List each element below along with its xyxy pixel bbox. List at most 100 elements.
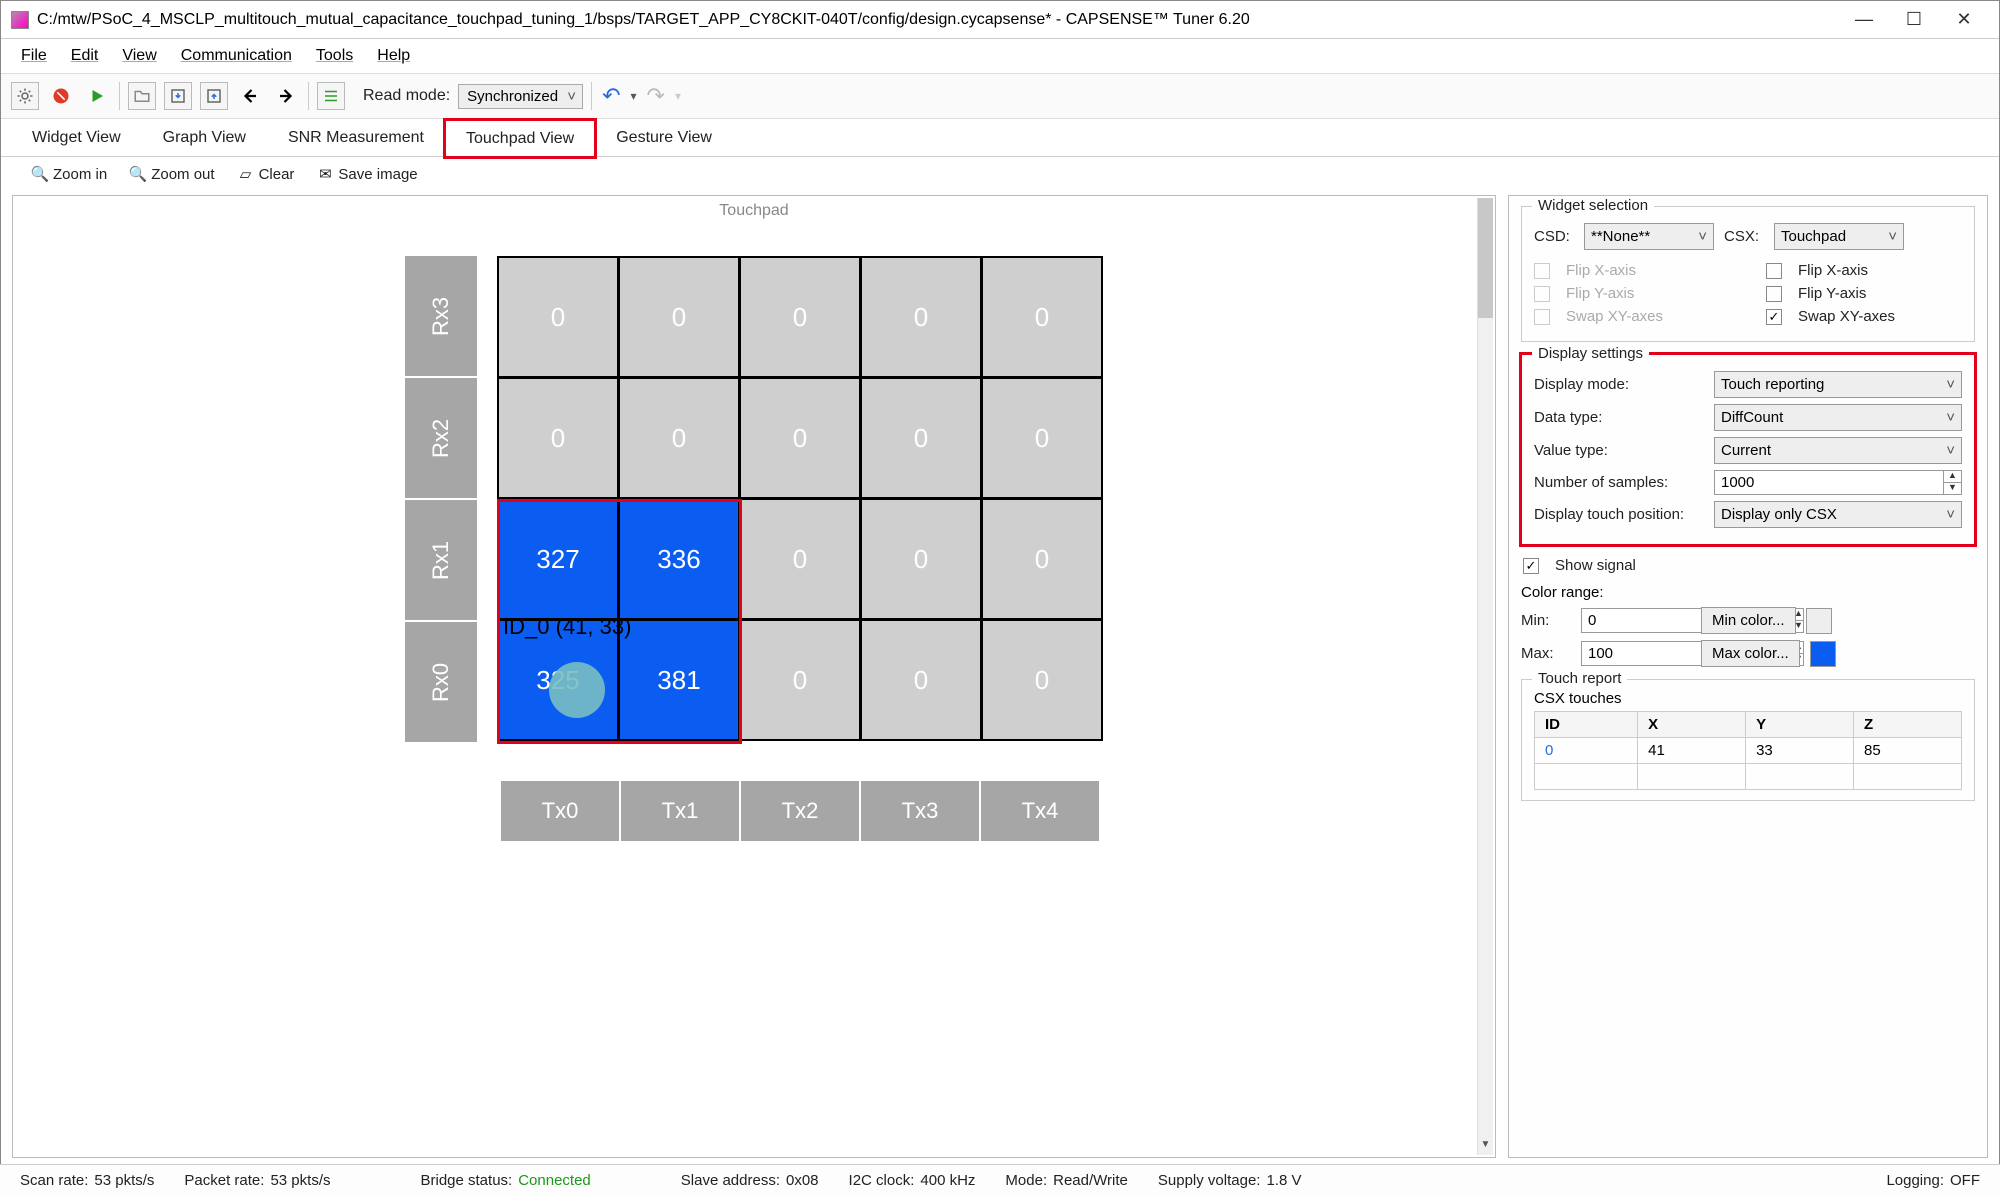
tx-label-4: Tx4 bbox=[981, 781, 1099, 841]
tab-graph-view[interactable]: Graph View bbox=[142, 119, 267, 156]
display-settings-group: Display settings Display mode:Touch repo… bbox=[1521, 354, 1975, 545]
zoom-out-button[interactable]: 🔍Zoom out bbox=[129, 165, 214, 183]
app-icon bbox=[11, 11, 29, 29]
export-arrow-icon[interactable] bbox=[272, 82, 300, 110]
display-mode-select[interactable]: Touch reporting bbox=[1714, 371, 1962, 398]
undo-icon[interactable]: ↶ bbox=[600, 83, 622, 109]
save-image-button[interactable]: ✉Save image bbox=[316, 165, 417, 183]
touchpos-select[interactable]: Display only CSX bbox=[1714, 501, 1962, 528]
scan-rate-label: Scan rate: bbox=[20, 1172, 88, 1189]
cell: 0 bbox=[499, 258, 617, 376]
zoom-in-icon: 🔍 bbox=[31, 165, 49, 183]
slave-address-label: Slave address: bbox=[681, 1172, 780, 1189]
touch-dot bbox=[549, 662, 605, 718]
show-signal-checkbox[interactable] bbox=[1523, 558, 1539, 574]
maximize-button[interactable]: ☐ bbox=[1889, 9, 1939, 30]
menu-communication[interactable]: Communication bbox=[171, 43, 302, 69]
view-tabs: Widget View Graph View SNR Measurement T… bbox=[1, 119, 1999, 157]
tab-snr-measurement[interactable]: SNR Measurement bbox=[267, 119, 445, 156]
list-icon[interactable] bbox=[317, 82, 345, 110]
zoom-in-button[interactable]: 🔍Zoom in bbox=[31, 165, 107, 183]
main-toolbar: Read mode: Synchronized ↶▾ ↷▾ bbox=[1, 73, 1999, 119]
redo-icon[interactable]: ↷ bbox=[645, 83, 667, 109]
download-icon[interactable] bbox=[164, 82, 192, 110]
touchpos-label: Display touch position: bbox=[1534, 506, 1704, 523]
open-icon[interactable] bbox=[128, 82, 156, 110]
scan-rate-value: 53 pkts/s bbox=[94, 1172, 154, 1189]
min-color-button[interactable]: Min color... bbox=[1701, 607, 1796, 634]
tab-widget-view[interactable]: Widget View bbox=[11, 119, 142, 156]
touch-report-group: Touch report CSX touches ID X Y Z 0 41 3… bbox=[1521, 679, 1975, 801]
cell: 0 bbox=[983, 258, 1101, 376]
cell: 0 bbox=[499, 379, 617, 497]
save-icon: ✉ bbox=[316, 165, 334, 183]
cell: 0 bbox=[862, 379, 980, 497]
readmode-select[interactable]: Synchronized bbox=[458, 84, 583, 109]
mode-label: Mode: bbox=[1005, 1172, 1047, 1189]
min-value-input[interactable]: ▲▼ bbox=[1581, 608, 1691, 633]
tx-label-3: Tx3 bbox=[861, 781, 979, 841]
max-color-button[interactable]: Max color... bbox=[1701, 640, 1800, 667]
tx-label-1: Tx1 bbox=[621, 781, 739, 841]
csd-swap-checkbox bbox=[1534, 309, 1550, 325]
readmode-label: Read mode: bbox=[363, 87, 450, 105]
data-type-label: Data type: bbox=[1534, 409, 1704, 426]
menu-help[interactable]: Help bbox=[367, 43, 420, 69]
display-settings-legend: Display settings bbox=[1532, 345, 1649, 362]
vertical-scrollbar[interactable]: ▲ ▼ bbox=[1477, 198, 1493, 1155]
menu-tools[interactable]: Tools bbox=[306, 43, 363, 69]
color-range-legend: Color range: bbox=[1521, 584, 1975, 601]
cell: 0 bbox=[741, 621, 859, 739]
supply-voltage-label: Supply voltage: bbox=[1158, 1172, 1261, 1189]
mode-value: Read/Write bbox=[1053, 1172, 1128, 1189]
min-label: Min: bbox=[1521, 612, 1571, 629]
zoom-out-icon: 🔍 bbox=[129, 165, 147, 183]
widget-selection-group: Widget selection CSD: **None** CSX: Touc… bbox=[1521, 206, 1975, 342]
i2c-clock-label: I2C clock: bbox=[849, 1172, 915, 1189]
csd-select[interactable]: **None** bbox=[1584, 223, 1714, 250]
samples-input[interactable]: ▲▼ bbox=[1714, 470, 1962, 495]
csx-flipy-checkbox[interactable] bbox=[1766, 286, 1782, 302]
csx-flipx-checkbox[interactable] bbox=[1766, 263, 1782, 279]
import-arrow-icon[interactable] bbox=[236, 82, 264, 110]
minimize-button[interactable]: — bbox=[1839, 9, 1889, 30]
stop-icon[interactable] bbox=[47, 82, 75, 110]
max-color-swatch bbox=[1810, 641, 1836, 667]
cell: 0 bbox=[741, 379, 859, 497]
tab-gesture-view[interactable]: Gesture View bbox=[595, 119, 733, 156]
play-icon[interactable] bbox=[83, 82, 111, 110]
upload-icon[interactable] bbox=[200, 82, 228, 110]
csx-swap-checkbox[interactable] bbox=[1766, 309, 1782, 325]
scroll-down-icon[interactable]: ▼ bbox=[1478, 1139, 1493, 1155]
bridge-status-label: Bridge status: bbox=[420, 1172, 512, 1189]
value-type-select[interactable]: Current bbox=[1714, 437, 1962, 464]
menu-view[interactable]: View bbox=[112, 43, 166, 69]
gear-icon[interactable] bbox=[11, 82, 39, 110]
th-y: Y bbox=[1746, 712, 1854, 738]
csx-select[interactable]: Touchpad bbox=[1774, 223, 1904, 250]
logging-label: Logging: bbox=[1886, 1172, 1944, 1189]
clear-button[interactable]: ▱Clear bbox=[237, 165, 295, 183]
touch-table: ID X Y Z 0 41 33 85 bbox=[1534, 711, 1962, 790]
cell: 327 bbox=[499, 500, 617, 618]
tab-touchpad-view[interactable]: Touchpad View bbox=[445, 120, 595, 157]
window-title: C:/mtw/PSoC_4_MSCLP_multitouch_mutual_ca… bbox=[37, 11, 1839, 29]
min-color-swatch bbox=[1806, 608, 1832, 634]
close-button[interactable]: ✕ bbox=[1939, 9, 1989, 30]
scroll-thumb[interactable] bbox=[1478, 198, 1493, 318]
cell: 0 bbox=[983, 500, 1101, 618]
rx-label-2: Rx2 bbox=[405, 378, 477, 498]
table-row: 0 41 33 85 bbox=[1535, 738, 1962, 764]
cell: 336 bbox=[620, 500, 738, 618]
undo-dropdown[interactable]: ▾ bbox=[631, 89, 637, 103]
menu-file[interactable]: File bbox=[11, 43, 57, 69]
menu-edit[interactable]: Edit bbox=[61, 43, 109, 69]
logging-value: OFF bbox=[1950, 1172, 1980, 1189]
max-value-input[interactable]: ▲▼ bbox=[1581, 641, 1691, 666]
touch-coordinate-label: ID_0 (41, 33) bbox=[503, 614, 631, 640]
data-type-select[interactable]: DiffCount bbox=[1714, 404, 1962, 431]
display-mode-label: Display mode: bbox=[1534, 376, 1704, 393]
cell: 0 bbox=[862, 500, 980, 618]
csd-flipy-checkbox bbox=[1534, 286, 1550, 302]
cell: 0 bbox=[741, 500, 859, 618]
